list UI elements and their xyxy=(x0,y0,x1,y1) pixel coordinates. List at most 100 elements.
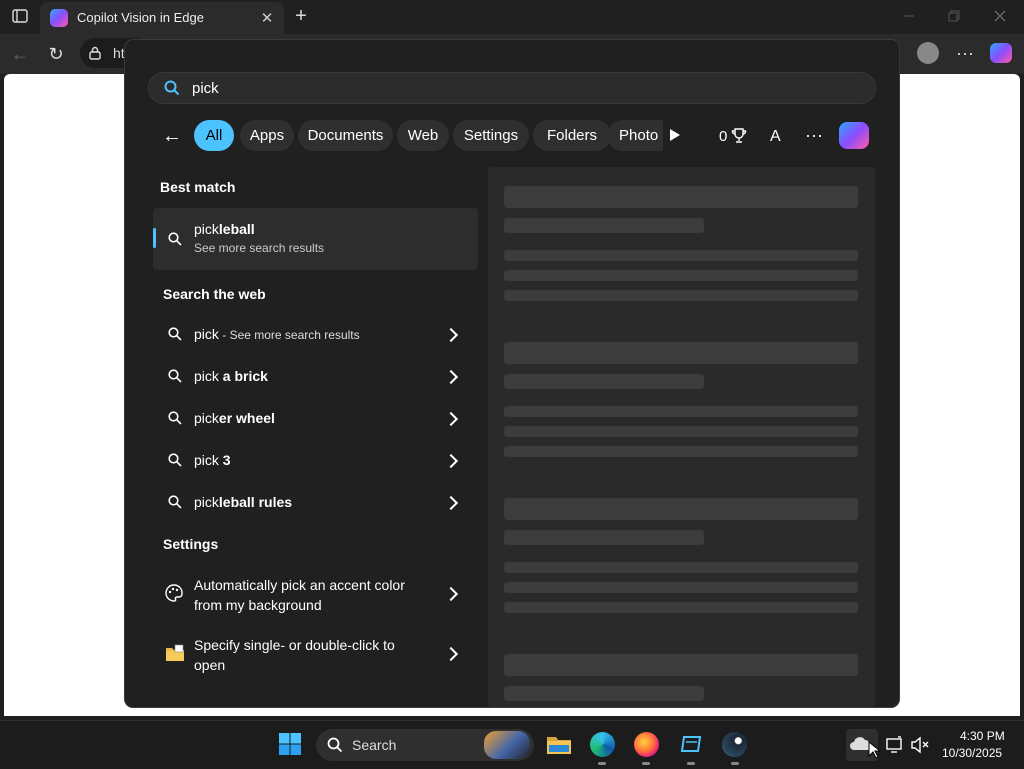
filter-folders[interactable]: Folders xyxy=(533,120,611,151)
skeleton-bar xyxy=(504,498,858,520)
skeleton-bar xyxy=(504,562,858,573)
rewards-trophy-icon[interactable] xyxy=(731,128,747,149)
skeleton-bar xyxy=(504,686,704,701)
folder-options-icon xyxy=(165,644,185,667)
filter-web[interactable]: Web xyxy=(397,120,449,151)
app-icon[interactable] xyxy=(680,734,702,754)
setting-line-2: from my background xyxy=(194,597,322,613)
suggestion-text: picker wheel xyxy=(194,410,275,426)
tab-title: Copilot Vision in Edge xyxy=(77,10,204,25)
web-suggestion[interactable]: pickleball rules xyxy=(153,482,478,522)
search-icon xyxy=(168,453,182,472)
running-indicator xyxy=(687,762,695,765)
search-icon xyxy=(168,411,182,430)
taskbar: Search 4:30 PM 10/30/2025 xyxy=(0,720,1024,769)
chevron-right-icon xyxy=(443,453,459,469)
setting-line-1: Specify single- or double-click to xyxy=(194,637,395,653)
chevron-right-icon xyxy=(443,495,459,511)
web-suggestion[interactable]: pick a brick xyxy=(153,356,478,396)
search-icon xyxy=(168,495,182,514)
more-icon[interactable]: ··· xyxy=(802,124,826,146)
new-tab-icon[interactable]: + xyxy=(290,5,312,27)
search-panel: pick ← All Apps Documents Web Settings F… xyxy=(125,40,899,707)
tab-actions-icon[interactable] xyxy=(10,6,30,26)
setting-result[interactable]: Specify single- or double-click to open xyxy=(153,628,478,680)
skeleton-bar xyxy=(504,530,704,545)
skeleton-bar xyxy=(504,446,858,457)
file-explorer-icon[interactable] xyxy=(546,733,572,760)
restore-icon[interactable] xyxy=(940,6,968,26)
copilot-tab-icon xyxy=(50,9,68,27)
suggestion-text: pick - See more search results xyxy=(194,326,360,342)
setting-result[interactable]: Automatically pick an accent color from … xyxy=(153,568,478,620)
search-icon xyxy=(168,232,182,251)
best-match-item[interactable]: pickleball See more search results xyxy=(153,208,478,270)
skeleton-bar xyxy=(504,654,858,676)
search-web-header: Search the web xyxy=(163,286,266,302)
edge-icon[interactable] xyxy=(590,732,615,757)
clock-date[interactable]: 10/30/2025 xyxy=(942,746,1002,760)
skeleton-bar xyxy=(504,342,858,364)
close-tab-icon[interactable]: ✕ xyxy=(258,9,276,27)
taskbar-search[interactable]: Search xyxy=(316,729,534,761)
settings-header: Settings xyxy=(163,536,219,552)
rewards-points: 0 xyxy=(719,128,728,145)
web-suggestion[interactable]: picker wheel xyxy=(153,398,478,438)
lock-icon xyxy=(87,45,103,61)
chevron-right-icon xyxy=(443,646,459,662)
web-suggestion[interactable]: pick 3 xyxy=(153,440,478,480)
skeleton-bar xyxy=(504,406,858,417)
refresh-icon[interactable]: ↻ xyxy=(44,42,68,66)
back-arrow-icon[interactable]: ← xyxy=(161,125,183,147)
title-rest: leball xyxy=(218,221,255,237)
filter-settings[interactable]: Settings xyxy=(453,120,529,151)
close-window-icon[interactable] xyxy=(986,6,1014,26)
skeleton-bar xyxy=(504,426,858,437)
skeleton-bar xyxy=(504,186,858,208)
setting-line-2: open xyxy=(194,657,226,673)
skeleton-bar xyxy=(504,374,704,389)
best-match-title: pickleball xyxy=(194,221,255,237)
profile-avatar[interactable] xyxy=(917,42,939,64)
minimize-icon[interactable] xyxy=(895,6,923,26)
start-icon[interactable] xyxy=(279,733,301,755)
best-match-subtitle: See more search results xyxy=(194,241,325,255)
preview-pane xyxy=(488,167,875,707)
account-initial[interactable]: A xyxy=(770,128,781,146)
selection-indicator xyxy=(153,228,156,248)
copilot-icon[interactable] xyxy=(839,122,869,149)
taskbar-search-label: Search xyxy=(352,737,397,753)
filter-all[interactable]: All xyxy=(194,120,234,151)
more-options-icon[interactable]: ··· xyxy=(953,42,977,64)
clock-time[interactable]: 4:30 PM xyxy=(960,729,1005,743)
chevron-right-icon xyxy=(443,411,459,427)
browser-title-bar: Copilot Vision in Edge ✕ + xyxy=(0,0,1024,34)
steam-icon[interactable] xyxy=(722,732,747,757)
search-input[interactable]: pick xyxy=(148,72,876,104)
suggestion-text: pickleball rules xyxy=(194,494,293,510)
filter-photos[interactable]: Photo xyxy=(607,120,663,151)
search-query: pick xyxy=(192,80,219,97)
search-icon xyxy=(164,80,180,101)
filter-documents[interactable]: Documents xyxy=(298,120,393,151)
web-suggestion[interactable]: pick - See more search results xyxy=(153,314,478,354)
copilot-icon[interactable] xyxy=(990,43,1012,63)
address-text: ht xyxy=(113,45,125,61)
volume-muted-icon[interactable] xyxy=(910,736,930,759)
firefox-icon[interactable] xyxy=(634,732,659,757)
running-indicator xyxy=(731,762,739,765)
skeleton-bar xyxy=(504,270,858,281)
title-match: pick xyxy=(194,221,219,237)
browser-tab[interactable]: Copilot Vision in Edge ✕ xyxy=(40,2,284,34)
play-icon[interactable] xyxy=(666,126,684,144)
search-highlight-icon xyxy=(484,731,530,759)
suggestion-text: pick 3 xyxy=(194,452,231,468)
back-icon[interactable]: ← xyxy=(8,42,32,66)
palette-icon xyxy=(165,584,183,607)
running-indicator xyxy=(598,762,606,765)
skeleton-bar xyxy=(504,582,858,593)
filter-apps[interactable]: Apps xyxy=(240,120,294,151)
network-icon[interactable] xyxy=(885,736,903,759)
chevron-right-icon xyxy=(443,369,459,385)
search-icon xyxy=(327,737,343,758)
